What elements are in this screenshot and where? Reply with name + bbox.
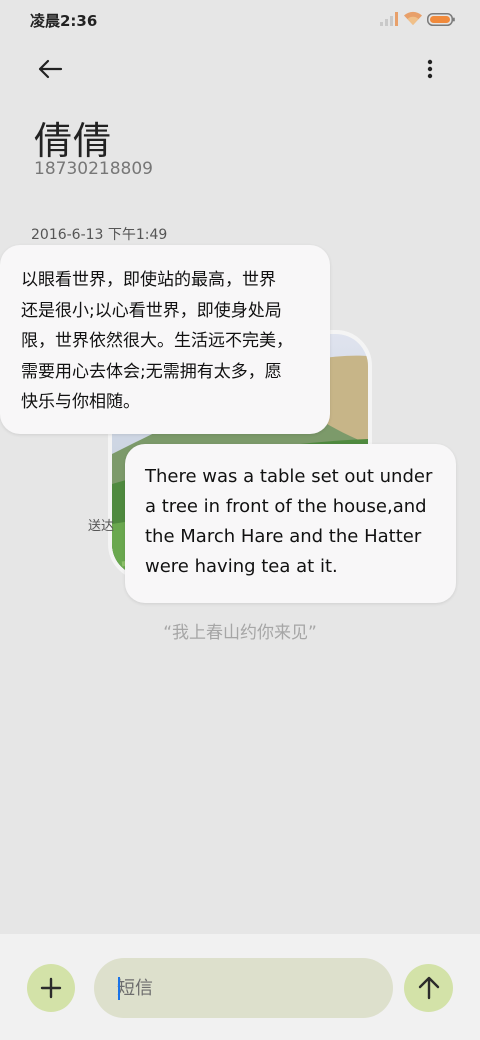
status-bar: 凌晨2:36 [0,0,480,40]
message-line: 快乐与你相随。 [21,392,140,412]
add-attachment-button[interactable] [27,964,75,1012]
more-vert-icon [427,59,433,79]
send-button[interactable] [404,964,453,1012]
quote-text: “我上春山约你来见” [163,623,317,643]
contact-number: 18730218809 [34,159,153,179]
message-input-box[interactable] [94,958,393,1018]
back-arrow-icon [38,59,63,79]
message-line: 以眼看世界，即使站的最高，世界 [21,270,276,290]
signal-icon [380,12,398,26]
message-line: 需要用心去体会;无需拥有太多，愿 [21,361,282,382]
more-options-button[interactable] [412,50,448,88]
message-line: 限，世界依然很大。生活远不完美， [21,331,293,351]
message-input[interactable] [117,977,377,999]
message-line: were having tea at it. [145,556,338,577]
message-line: 还是很小;以心看世界，即使身处局 [21,300,282,321]
message-line: the March Hare and the Hatter [145,526,422,547]
message-timestamp: 2016-6-13 下午1:49 [31,227,168,243]
contact-name: 倩倩 [34,119,113,163]
text-caret [118,977,120,1000]
plus-icon [40,977,62,999]
battery-icon [427,13,455,26]
message-line: There was a table set out under [145,466,433,487]
received-message-cn[interactable]: 以眼看世界，即使站的最高，世界 还是很小;以心看世界，即使身处局 限，世界依然很… [0,245,330,434]
back-button[interactable] [28,50,72,88]
delivery-status: 送达 [88,519,115,534]
message-line: a tree in front of the house,and [145,496,427,517]
received-message-en[interactable]: There was a table set out under a tree i… [125,444,456,603]
arrow-up-icon [418,976,439,1000]
wifi-icon [404,11,422,25]
status-time: 凌晨2:36 [30,12,98,30]
